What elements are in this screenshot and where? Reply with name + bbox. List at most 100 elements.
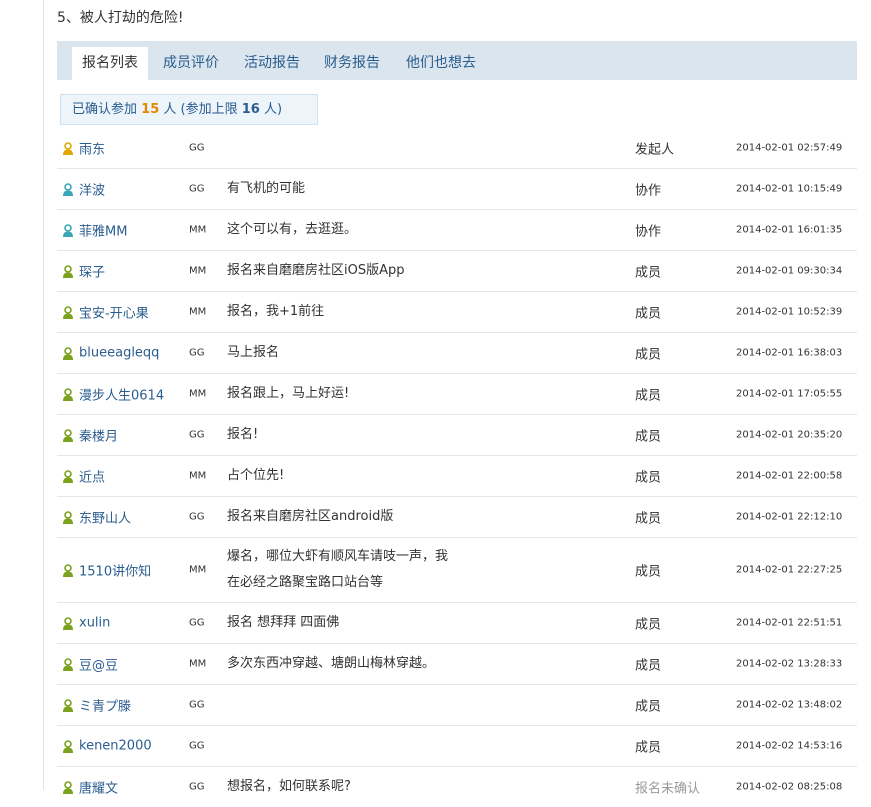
participant-role: 成员 <box>635 388 662 404</box>
helper-user-icon <box>62 182 74 196</box>
summary-mid: 人 (参加上限 <box>163 102 238 117</box>
tab-activity-report[interactable]: 活动报告 <box>244 47 300 80</box>
participant-row: 秦楼月 GG 报名! 成员 2014-02-01 20:35:20 <box>57 415 857 456</box>
participant-name[interactable]: 漫步人生0614 <box>79 385 164 404</box>
participant-row: 1510讲你知 MM 爆名，哪位大虾有顺风车请吱一声，我在必经之路聚宝路口站台等 成员… <box>57 538 857 603</box>
participant-comment: 报名来自磨磨房社区iOS版App <box>227 263 405 278</box>
participant-role: 成员 <box>635 699 662 715</box>
participant-comment: 这个可以有，去逛逛。 <box>227 222 358 237</box>
participant-comment: 爆名，哪位大虾有顺风车请吱一声，我在必经之路聚宝路口站台等 <box>227 549 449 590</box>
limit-count: 16 <box>241 102 260 117</box>
participant-row: 东野山人 GG 报名来自磨房社区android版 成员 2014-02-01 22:12… <box>57 497 857 538</box>
participant-role: 成员 <box>635 347 662 363</box>
participant-name[interactable]: 菲雅MM <box>79 221 127 240</box>
member-user-icon <box>62 387 74 401</box>
tab-finance-report[interactable]: 财务报告 <box>324 47 380 80</box>
summary-suffix: 人) <box>263 102 283 117</box>
participant-role: 协作 <box>635 224 662 240</box>
participant-role: 成员 <box>635 658 662 674</box>
participant-role: 成员 <box>635 511 662 527</box>
member-user-icon <box>62 428 74 442</box>
participant-row: xulin GG 报名 想拜拜 四面佛 成员 2014-02-01 22:51:51 <box>57 603 857 644</box>
participant-comment: 多次东西冲穿越、塘朗山梅林穿越。 <box>227 656 436 671</box>
helper-user-icon <box>62 223 74 237</box>
member-user-icon <box>62 510 74 524</box>
participant-row: 雨东 GG 发起人 2014-02-01 02:57:49 <box>57 128 857 169</box>
participant-gender: GG <box>189 699 205 711</box>
tab-also-want-to-go[interactable]: 他们也想去 <box>406 47 476 80</box>
participant-name[interactable]: 秦楼月 <box>79 426 118 445</box>
participant-gender: GG <box>189 142 205 154</box>
participant-signup-time: 2014-02-01 16:38:03 <box>736 347 843 359</box>
tab-signup-list[interactable]: 报名列表 <box>72 47 148 80</box>
participant-comment: 有飞机的可能 <box>227 181 306 196</box>
participant-role: 成员 <box>635 470 662 486</box>
participant-role: 报名未确认 <box>635 781 701 797</box>
participant-gender: GG <box>189 183 205 195</box>
participant-row: 豆@豆 MM 多次东西冲穿越、塘朗山梅林穿越。 成员 2014-02-02 13:28:… <box>57 644 857 685</box>
participant-signup-time: 2014-02-02 08:25:08 <box>736 781 843 793</box>
confirmed-summary: 已确认参加 15 人 (参加上限 16 人) <box>60 94 318 125</box>
participant-row: 宝安-开心果 MM 报名，我+1前往 成员 2014-02-01 10:52:39 <box>57 292 857 333</box>
participant-name[interactable]: ミ青プ滕 <box>79 696 131 715</box>
participant-role: 发起人 <box>635 142 675 158</box>
participant-gender: MM <box>189 658 207 670</box>
participant-row: ミ青プ滕 GG 成员 2014-02-02 13:48:02 <box>57 685 857 726</box>
participant-gender: GG <box>189 740 205 752</box>
participant-name[interactable]: blueeagleqq <box>79 346 159 361</box>
participant-gender: MM <box>189 306 207 318</box>
participant-row: 近点 MM 占个位先! 成员 2014-02-01 22:00:58 <box>57 456 857 497</box>
member-user-icon <box>62 739 74 753</box>
participant-row: 唐耀文 GG 想报名，如何联系呢? 报名未确认 2014-02-02 08:25:08 <box>57 767 857 807</box>
participant-row: 菲雅MM MM 这个可以有，去逛逛。 协作 2014-02-01 16:01:35 <box>57 210 857 251</box>
participant-name[interactable]: 豆@豆 <box>79 655 118 674</box>
participant-gender: MM <box>189 265 207 277</box>
participant-comment: 报名! <box>227 427 259 442</box>
member-user-icon <box>62 780 74 794</box>
participant-signup-time: 2014-02-01 22:00:58 <box>736 470 843 482</box>
participant-name[interactable]: kenen2000 <box>79 739 152 754</box>
participant-name[interactable]: 琛子 <box>79 262 105 281</box>
tab-bar: 报名列表 成员评价 活动报告 财务报告 他们也想去 <box>57 41 857 80</box>
participant-gender: GG <box>189 429 205 441</box>
participant-signup-time: 2014-02-01 20:35:20 <box>736 429 843 441</box>
participant-signup-time: 2014-02-02 13:48:02 <box>736 699 843 711</box>
participant-signup-time: 2014-02-01 22:12:10 <box>736 511 843 523</box>
participant-signup-time: 2014-02-01 22:51:51 <box>736 617 843 629</box>
member-user-icon <box>62 616 74 630</box>
participant-gender: GG <box>189 781 205 793</box>
member-user-icon <box>62 469 74 483</box>
participant-gender: GG <box>189 347 205 359</box>
member-user-icon <box>62 698 74 712</box>
participant-gender: GG <box>189 617 205 629</box>
confirmed-count: 15 <box>141 102 160 117</box>
member-user-icon <box>62 305 74 319</box>
participant-signup-time: 2014-02-01 10:52:39 <box>736 306 843 318</box>
tab-member-reviews[interactable]: 成员评价 <box>163 47 219 80</box>
member-user-icon <box>62 563 74 577</box>
participant-gender: MM <box>189 564 207 576</box>
participant-name[interactable]: 东野山人 <box>79 508 131 527</box>
participant-comment: 报名来自磨房社区android版 <box>227 509 394 524</box>
participant-name[interactable]: 1510讲你知 <box>79 561 151 580</box>
participant-role: 成员 <box>635 740 662 756</box>
member-user-icon <box>62 264 74 278</box>
participant-comment: 报名跟上，马上好运! <box>227 386 350 401</box>
participant-row: 洋波 GG 有飞机的可能 协作 2014-02-01 10:15:49 <box>57 169 857 210</box>
participant-name[interactable]: xulin <box>79 616 110 631</box>
participant-name[interactable]: 宝安-开心果 <box>79 303 149 322</box>
participant-name[interactable]: 近点 <box>79 467 105 486</box>
participant-signup-time: 2014-02-01 10:15:49 <box>736 183 843 195</box>
participant-signup-time: 2014-02-01 22:27:25 <box>736 564 843 576</box>
participant-name[interactable]: 雨东 <box>79 139 105 158</box>
participant-gender: MM <box>189 224 207 236</box>
summary-prefix: 已确认参加 <box>72 102 138 117</box>
participant-name[interactable]: 唐耀文 <box>79 778 118 797</box>
participant-gender: MM <box>189 470 207 482</box>
participant-row: blueeagleqq GG 马上报名 成员 2014-02-01 16:38:03 <box>57 333 857 374</box>
participant-name[interactable]: 洋波 <box>79 180 105 199</box>
participant-signup-time: 2014-02-02 14:53:16 <box>736 740 843 752</box>
participant-row: 漫步人生0614 MM 报名跟上，马上好运! 成员 2014-02-01 17:05:5… <box>57 374 857 415</box>
participant-list: 雨东 GG 发起人 2014-02-01 02:57:49 洋波 GG 有飞机的可能 协作 20… <box>57 128 857 807</box>
participant-row: kenen2000 GG 成员 2014-02-02 14:53:16 <box>57 726 857 767</box>
